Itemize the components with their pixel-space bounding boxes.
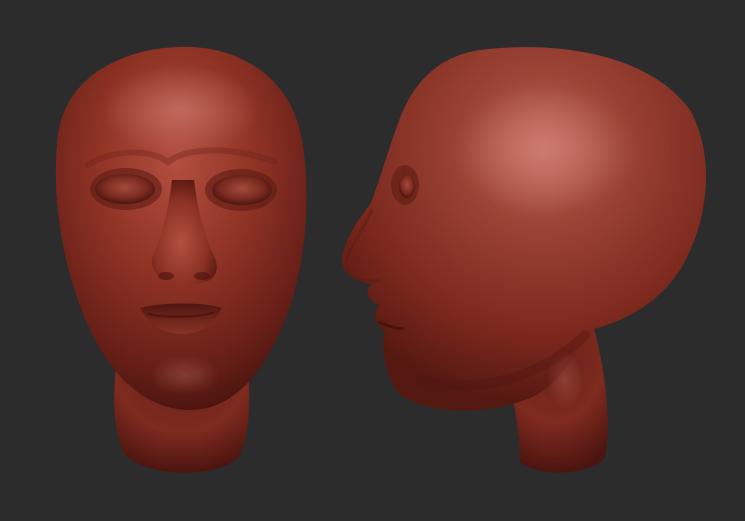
front-chin-highlight [150, 355, 220, 395]
front-left-nostril [158, 272, 174, 280]
front-forehead-highlight [100, 65, 260, 155]
front-right-eye-hole [212, 175, 272, 205]
side-eye-hole [399, 174, 415, 198]
render-canvas [0, 0, 745, 521]
front-left-eye-hole [95, 174, 155, 204]
front-right-nostril [194, 272, 210, 280]
sculpt-viewport[interactable] [0, 0, 745, 521]
side-neck-highlight [547, 352, 583, 408]
side-skull-highlight [450, 85, 640, 215]
